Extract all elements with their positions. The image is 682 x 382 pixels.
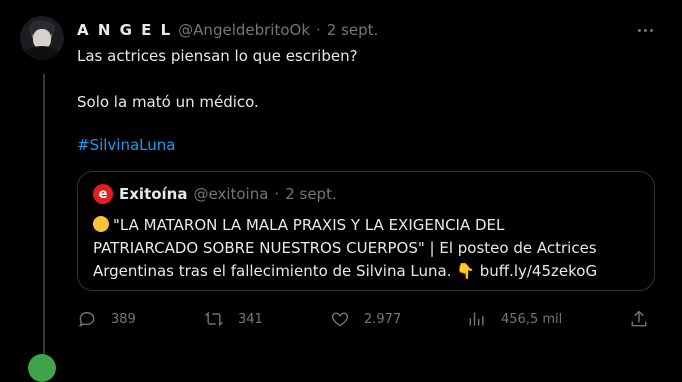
share-icon [631,310,647,327]
avatar-shirt [24,46,60,60]
like-button[interactable]: 2.977 [330,307,401,331]
quoted-text-line-1: "LA MATARON LA MALA PRAXIS Y LA EXIGENCI… [93,215,504,236]
share-button[interactable] [629,307,649,331]
action-bar: 389 341 2.977 456,5 mil [77,307,657,331]
logo-letter: e [98,186,108,202]
author-handle[interactable]: @AngeldebritoOk [178,21,310,39]
retweet-count: 341 [238,311,263,327]
separator-dot: · [274,185,280,203]
more-icon[interactable] [634,20,656,40]
tweet-text-line-2: Solo la mató un médico. [77,93,259,111]
next-tweet-avatar[interactable] [28,354,56,382]
author-name[interactable]: A N G E L [77,21,172,39]
exitoina-logo-icon: e [93,184,113,204]
tweet-date[interactable]: 2 sept. [327,21,379,39]
quoted-tweet-header: e Exitoína @exitoina · 2 sept. [93,184,337,204]
reply-button[interactable]: 389 [77,307,136,331]
views-button[interactable]: 456,5 mil [467,307,562,331]
retweet-button[interactable]: 341 [204,307,263,331]
quoted-author-name[interactable]: Exitoína [119,185,187,203]
views-count: 456,5 mil [501,311,563,327]
views-icon [469,312,484,326]
yellow-circle-icon [93,216,109,232]
reply-icon [79,312,95,328]
reply-count: 389 [111,311,136,327]
tweet-text-line-1: Las actrices piensan lo que escriben? [77,47,358,65]
separator-dot: · [316,21,321,39]
like-icon [331,312,349,327]
quoted-author-handle[interactable]: @exitoina [193,185,268,203]
quoted-date[interactable]: 2 sept. [285,185,337,203]
quoted-tweet[interactable]: e Exitoína @exitoina · 2 sept. "LA MATAR… [77,171,655,291]
retweet-icon [204,311,224,327]
quoted-line-2: PATRIARCADO SOBRE NUESTROS CUERPOS" | El… [93,239,597,257]
thread-line [43,74,45,360]
like-count: 2.977 [364,311,402,327]
avatar[interactable] [20,16,64,60]
quoted-line-3: Argentinas tras el fallecimiento de Silv… [93,262,598,280]
hashtag-link[interactable]: #SilvinaLuna [77,135,175,155]
quoted-line-1: "LA MATARON LA MALA PRAXIS Y LA EXIGENCI… [113,216,505,234]
tweet-header: A N G E L @AngeldebritoOk · 2 sept. [77,20,378,40]
